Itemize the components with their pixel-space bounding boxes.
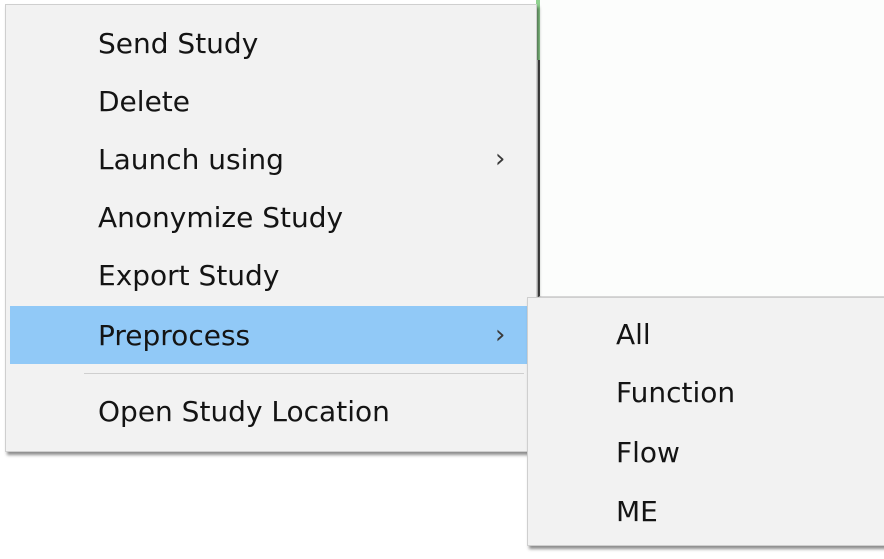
menu-item-label: Anonymize Study bbox=[98, 200, 344, 234]
submenu-item-label: Flow bbox=[616, 435, 680, 469]
submenu-item-label: Function bbox=[616, 375, 736, 409]
menu-item-label: Delete bbox=[98, 84, 190, 118]
menu-item-preprocess[interactable]: Preprocess › bbox=[10, 306, 532, 364]
preprocess-submenu: All Function Flow ME bbox=[527, 297, 884, 546]
menu-item-label: Preprocess bbox=[98, 318, 251, 352]
menu-item-launch-using[interactable]: Launch using › bbox=[10, 130, 532, 188]
submenu-item-label: All bbox=[616, 317, 651, 351]
background-window bbox=[538, 0, 884, 297]
menu-item-label: Open Study Location bbox=[98, 394, 390, 428]
menu-item-label: Export Study bbox=[98, 258, 280, 292]
menu-item-open-study-location[interactable]: Open Study Location bbox=[10, 382, 532, 440]
context-menu: Send Study Delete Launch using › Anonymi… bbox=[5, 4, 537, 452]
menu-item-label: Launch using bbox=[98, 142, 284, 176]
menu-item-label: Send Study bbox=[98, 26, 259, 60]
chevron-right-icon: › bbox=[495, 144, 506, 174]
menu-item-anonymize-study[interactable]: Anonymize Study bbox=[10, 188, 532, 246]
screen: Send Study Delete Launch using › Anonymi… bbox=[0, 0, 884, 559]
submenu-item-flow[interactable]: Flow bbox=[532, 423, 880, 481]
submenu-item-label: ME bbox=[616, 494, 658, 528]
chevron-right-icon: › bbox=[495, 320, 506, 350]
submenu-item-all[interactable]: All bbox=[532, 305, 880, 363]
submenu-item-me[interactable]: ME bbox=[532, 482, 880, 540]
menu-item-send-study[interactable]: Send Study bbox=[10, 14, 532, 72]
submenu-item-function[interactable]: Function bbox=[532, 363, 880, 421]
menu-separator bbox=[84, 373, 524, 374]
menu-item-delete[interactable]: Delete bbox=[10, 72, 532, 130]
menu-item-export-study[interactable]: Export Study bbox=[10, 246, 532, 304]
